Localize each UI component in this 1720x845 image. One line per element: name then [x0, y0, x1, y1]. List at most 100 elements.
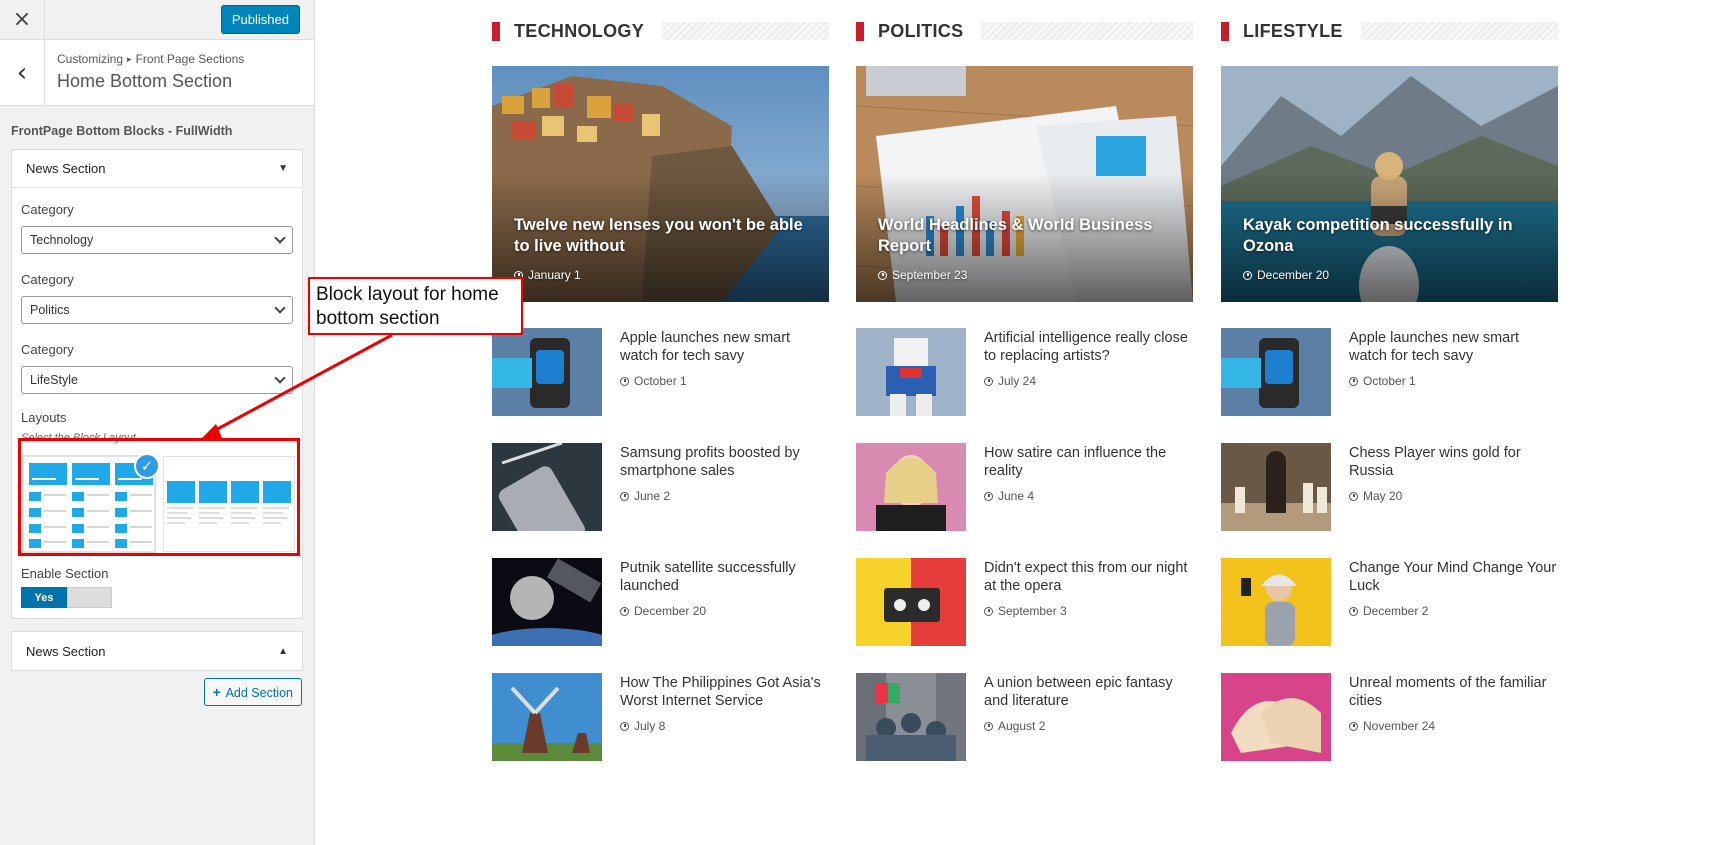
section-accent-bar [1221, 21, 1229, 41]
article-title[interactable]: Didn't expect this from our night at the… [984, 559, 1193, 595]
article-thumbnail[interactable] [856, 673, 966, 761]
hero-article[interactable]: Twelve new lenses you won't be able to l… [492, 66, 829, 302]
clock-icon [984, 491, 993, 501]
list-item[interactable]: How The Philippines Got Asia's Worst Int… [492, 673, 829, 762]
article-title[interactable]: How satire can influence the reality [984, 444, 1193, 480]
article-title[interactable]: Artificial intelligence really close to … [984, 329, 1193, 365]
sidebar-top-bar: × Published [0, 0, 314, 40]
clock-icon [878, 270, 887, 280]
article-thumbnail[interactable] [856, 328, 966, 416]
list-item[interactable]: Apple launches new smart watch for tech … [1221, 328, 1558, 417]
clock-icon [620, 606, 629, 616]
article-text: Samsung profits boosted by smartphone sa… [602, 443, 829, 532]
clock-icon [1349, 721, 1358, 731]
clock-icon [620, 376, 629, 386]
category-select-3[interactable]: LifeStyle [21, 366, 293, 394]
list-item[interactable]: A union between epic fantasy and literat… [856, 673, 1193, 762]
category-select-2[interactable]: Politics [21, 296, 293, 324]
layouts-label: Layouts [21, 410, 67, 425]
caret-up-icon: ▲ [278, 645, 288, 657]
category-label: Category [21, 342, 74, 357]
article-thumbnail[interactable] [856, 443, 966, 531]
panel-title: News Section [26, 643, 106, 659]
list-item[interactable]: Apple launches new smart watch for tech … [492, 328, 829, 417]
hero-article[interactable]: World Headlines & World Business Report … [856, 66, 1193, 302]
add-section-button[interactable]: + Add Section [203, 678, 302, 706]
select-value: LifeStyle [30, 373, 78, 387]
date-text: June 2 [634, 489, 671, 503]
hero-article[interactable]: Kayak competition successfully in Ozona … [1221, 66, 1558, 302]
back-arrow-icon[interactable]: ‹ [0, 40, 45, 105]
article-thumbnail[interactable] [1221, 443, 1331, 531]
close-icon[interactable]: × [0, 0, 45, 40]
section-title: Home Bottom Section [57, 71, 233, 91]
hero-title[interactable]: Twelve new lenses you won't be able to l… [514, 215, 811, 257]
article-thumbnail[interactable] [492, 673, 602, 761]
enable-section-label: Enable Section [21, 566, 109, 581]
date-text: October 1 [1363, 374, 1416, 388]
article-thumbnail[interactable] [1221, 558, 1331, 646]
hero-date: January 1 [514, 268, 811, 282]
list-item[interactable]: Change Your Mind Change Your Luck Decembe… [1221, 558, 1558, 647]
list-item[interactable]: Chess Player wins gold for Russia May 20 [1221, 443, 1558, 532]
hero-title[interactable]: Kayak competition successfully in Ozona [1243, 215, 1540, 257]
article-date: May 20 [1349, 489, 1558, 503]
clock-icon [1349, 491, 1358, 501]
customizer-sidebar: × Published ‹ Customizing ▸ Front Page Sec… [0, 0, 315, 845]
article-title[interactable]: A union between epic fantasy and literat… [984, 674, 1193, 710]
article-text: Putnik satellite successfully launched De… [602, 558, 829, 647]
list-item[interactable]: Putnik satellite successfully launched De… [492, 558, 829, 647]
article-thumbnail[interactable] [492, 443, 602, 531]
article-title[interactable]: Apple launches new smart watch for tech … [1349, 329, 1558, 365]
list-item[interactable]: Artificial intelligence really close to … [856, 328, 1193, 417]
toggle-yes: Yes [21, 587, 67, 608]
article-title[interactable]: How The Philippines Got Asia's Worst Int… [620, 674, 829, 710]
article-text: How satire can influence the reality June… [966, 443, 1193, 532]
article-text: Apple launches new smart watch for tech … [602, 328, 829, 417]
article-title[interactable]: Apple launches new smart watch for tech … [620, 329, 829, 365]
article-thumbnail[interactable] [1221, 673, 1331, 761]
article-title[interactable]: Unreal moments of the familiar cities [1349, 674, 1558, 710]
article-text: Didn't expect this from our night at the… [966, 558, 1193, 647]
article-thumbnail[interactable] [492, 558, 602, 646]
toggle-off-track [67, 587, 112, 608]
annotation-callout: Block layout for home bottom section [308, 277, 523, 335]
column-header: TECHNOLOGY [492, 0, 829, 60]
article-title[interactable]: Chess Player wins gold for Russia [1349, 444, 1558, 480]
news-column-technology: TECHNOLOGY Twelve new lenses you won't b… [492, 0, 829, 762]
list-item[interactable]: Samsung profits boosted by smartphone sa… [492, 443, 829, 532]
enable-section-toggle[interactable]: Yes [21, 587, 112, 608]
published-button[interactable]: Published [220, 5, 300, 34]
clock-icon [1243, 270, 1252, 280]
category-select-1[interactable]: Technology [21, 226, 293, 254]
article-title[interactable]: Change Your Mind Change Your Luck [1349, 559, 1558, 595]
news-section-panel-2-header[interactable]: News Section ▲ [12, 632, 302, 670]
article-date: August 2 [984, 719, 1193, 733]
category-label: Category [21, 272, 74, 287]
article-thumbnail[interactable] [492, 328, 602, 416]
article-date: June 4 [984, 489, 1193, 503]
news-column-politics: POLITICS World Headlines & World Busines… [856, 0, 1193, 762]
article-date: October 1 [620, 374, 829, 388]
article-thumbnail[interactable] [856, 558, 966, 646]
article-title[interactable]: Putnik satellite successfully launched [620, 559, 829, 595]
article-date: July 8 [620, 719, 829, 733]
chevron-down-icon [274, 372, 286, 384]
breadcrumb: Customizing ▸ Front Page Sections [57, 52, 244, 66]
list-item[interactable]: Unreal moments of the familiar cities Nov… [1221, 673, 1558, 762]
hero-title[interactable]: World Headlines & World Business Report [878, 215, 1175, 257]
header-stripes [1360, 22, 1558, 40]
section-accent-bar [856, 21, 864, 41]
article-title[interactable]: Samsung profits boosted by smartphone sa… [620, 444, 829, 480]
date-text: November 24 [1363, 719, 1436, 733]
news-section-panel-header[interactable]: News Section ▼ [12, 150, 302, 188]
blocks-title: FrontPage Bottom Blocks - FullWidth [11, 124, 233, 138]
article-text: Unreal moments of the familiar cities Nov… [1331, 673, 1558, 762]
column-title: TECHNOLOGY [514, 20, 645, 41]
list-item[interactable]: How satire can influence the reality June… [856, 443, 1193, 532]
hero-text: World Headlines & World Business Report … [878, 215, 1175, 282]
list-item[interactable]: Didn't expect this from our night at the… [856, 558, 1193, 647]
news-column-lifestyle: LIFESTYLE Kayak competition successfully [1221, 0, 1558, 762]
select-value: Politics [30, 303, 70, 317]
article-thumbnail[interactable] [1221, 328, 1331, 416]
